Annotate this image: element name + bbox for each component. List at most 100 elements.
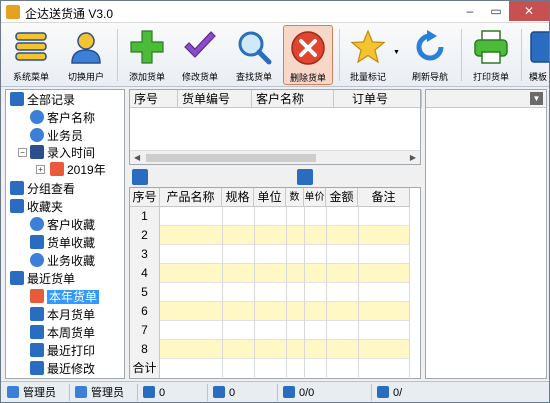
editable-cells[interactable] [160,226,410,244]
tree-item-salesman-fav[interactable]: 业务收藏 [30,253,95,269]
status-print-count: 0/0 [283,385,314,401]
row-number: 5 [130,283,160,302]
toolbar-divider [461,29,462,81]
col-header[interactable]: 客户名称 [252,90,334,108]
batch-mark-dropdown[interactable]: ▼ [393,25,401,85]
row-number: 2 [130,226,160,245]
collapse-toggle[interactable]: − [18,148,27,157]
editable-cells[interactable] [160,340,410,358]
scroll-left-icon[interactable]: ◀ [134,153,140,162]
menu-stack-icon [15,32,47,61]
status-task-count: 0 [213,385,235,401]
editable-cells[interactable] [160,302,410,320]
minimize-button[interactable]: – [457,1,483,21]
switch-user-button[interactable]: 切换用户 [61,25,111,85]
tree-item-customer-name[interactable]: 客户名称 [30,110,95,126]
side-panel-header: ▼ [426,90,546,108]
user-icon[interactable] [132,169,148,185]
tree-item-this-month[interactable]: 本月货单 [30,307,95,323]
batch-mark-button[interactable]: 批量标记 [343,25,393,85]
tree-item-customer-fav[interactable]: 客户收藏 [30,217,95,233]
row-number: 8 [130,340,160,359]
add-order-button[interactable]: 添加货单 [123,25,171,85]
delete-order-button[interactable]: 删除货单 [283,25,333,85]
expand-toggle[interactable]: + [36,165,45,174]
user-icon[interactable] [297,169,313,185]
column-divider [304,207,305,377]
tree-item-this-year[interactable]: 本年货单 [30,289,100,305]
column-divider [254,207,255,377]
horizontal-scrollbar[interactable]: ◀ ▶ [130,150,420,164]
table-row[interactable]: 1 [130,207,410,226]
user-icon [71,32,101,64]
tree-item-this-week[interactable]: 本周货单 [30,325,95,341]
col-header[interactable]: 货单编号 [178,90,252,108]
system-menu-button[interactable]: 系统菜单 [7,25,55,85]
toolbar-divider [521,29,522,81]
tree-item-salesman[interactable]: 业务员 [30,128,83,144]
col-header[interactable]: 产品名称 [160,188,222,207]
refresh-nav-button[interactable]: 刷新导航 [405,25,455,85]
window-title: 企达送货通 V3.0 [25,7,114,21]
navigation-tree: 全部记录 客户名称 业务员 − 录入时间 + 2019年 分组查看 收藏夹 客户… [5,89,125,379]
col-header[interactable]: 金额 [326,188,358,207]
row-number: 6 [130,302,160,321]
pencil-icon [377,386,389,398]
tree-item-recent-orders[interactable]: 最近货单 [10,271,75,287]
col-header[interactable]: 单价 [304,188,326,207]
maximize-button[interactable]: ▭ [483,1,509,21]
total-label: 合计 [130,359,160,378]
tree-item-all-records[interactable]: 全部记录 [10,92,75,108]
scrollbar-thumb[interactable] [146,154,316,162]
tree-item-year-2019[interactable]: 2019年 [50,162,106,178]
table-row[interactable]: 2 [130,226,410,245]
tree-item-recent-edit[interactable]: 最近修改 [30,361,95,377]
row-number: 1 [130,207,160,226]
printer-icon [283,386,295,398]
tree-item-group-view[interactable]: 分组查看 [10,181,75,197]
table-row[interactable]: 8 [130,340,410,359]
template-button[interactable]: 模板 [525,25,549,85]
side-panel: ▼ [425,89,547,379]
chevron-down-icon[interactable]: ▼ [530,92,543,105]
col-header[interactable]: 订单号 [334,90,422,108]
col-header[interactable]: 序号 [130,90,178,108]
table-row[interactable]: 4 [130,264,410,283]
col-header[interactable]: 数量 [286,188,304,207]
column-divider [409,207,410,377]
find-order-button[interactable]: 查找货单 [229,25,279,85]
close-window-button[interactable]: ✕ [509,1,549,21]
scroll-right-icon[interactable]: ▶ [410,153,416,162]
print-order-button[interactable]: 打印货单 [465,25,517,85]
task-icon [213,386,225,398]
status-divider [207,384,208,401]
order-list-header: 序号 货单编号 客户名称 订单号 [130,90,422,108]
editable-cells[interactable] [160,264,410,282]
status-divider [137,384,138,401]
table-row[interactable]: 6 [130,302,410,321]
table-row[interactable]: 3 [130,245,410,264]
col-header[interactable]: 规格 [222,188,254,207]
favorites-icon [10,199,24,213]
status-order-count: 0 [143,385,165,401]
tree-item-entry-time[interactable]: 录入时间 [30,145,95,161]
col-header[interactable]: 单位 [254,188,286,207]
tree-item-favorites[interactable]: 收藏夹 [10,199,63,215]
delete-x-icon [291,31,325,65]
table-row[interactable]: 5 [130,283,410,302]
status-divider [277,384,278,401]
tree-item-order-fav[interactable]: 货单收藏 [30,235,95,251]
calendar-icon [30,145,44,159]
table-row[interactable]: 7 [130,321,410,340]
col-header[interactable]: 备注 [358,188,410,207]
toolbar-divider [339,29,340,81]
col-header[interactable]: 序号 [130,188,160,207]
edit-order-button[interactable]: 修改货单 [175,25,225,85]
title-bar: 企达送货通 V3.0 – ▭ ✕ [1,1,549,23]
app-logo-icon [6,5,20,19]
toolbar-divider [117,29,118,81]
tree-item-recent-print[interactable]: 最近打印 [30,343,95,359]
app-window: 企达送货通 V3.0 – ▭ ✕ 系统菜单 切换用户 添加货单 修改货单 查找货… [0,0,550,403]
total-row: 合计 [130,359,410,378]
print-badge-icon [30,343,44,357]
